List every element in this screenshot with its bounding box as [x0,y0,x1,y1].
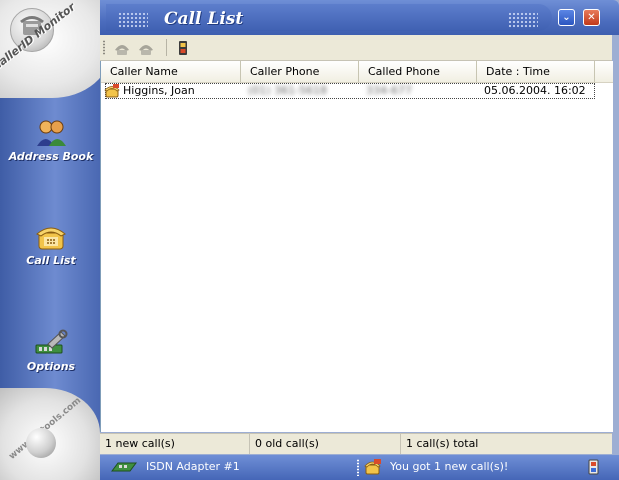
info-bar: ISDN Adapter #1 You got 1 new call(s)! [100,455,619,480]
minimize-button[interactable]: ⌄ [558,9,575,26]
status-bar: 1 new call(s) 0 old call(s) 1 call(s) to… [100,433,612,454]
sidebar-item-label: Options [26,360,76,373]
close-button[interactable]: ✕ [583,9,600,26]
sidebar-item-address-book[interactable]: Address Book [4,118,98,163]
datetime-cell: 05.06.2004. 16:02 [484,84,586,97]
delete-all-icon [136,45,156,60]
decorative-dots-icon [508,12,538,28]
delete-call-icon [112,45,132,60]
toolbar [100,35,612,61]
column-header-caller-name[interactable]: Caller Name [101,61,241,82]
call-info-button[interactable] [173,38,193,57]
call-info-icon [173,41,193,60]
website-badge: www.st-tools.com [0,388,100,480]
table-row[interactable]: Higgins, Joan (01) 361-5618 334-677 05.0… [104,83,595,99]
new-call-notify-icon[interactable] [364,458,382,479]
decorative-dots-icon [118,12,148,28]
column-header-caller-phone[interactable]: Caller Phone [241,61,359,82]
table-header: Caller Name Caller Phone Called Phone Da… [101,61,613,83]
status-new-calls: 1 new call(s) [100,434,250,454]
new-call-message: You got 1 new call(s)! [390,460,509,473]
sidebar-item-call-list[interactable]: Call List [4,222,98,267]
logo-ball-icon [26,428,56,458]
info-separator [357,459,359,476]
isdn-adapter-icon [110,459,138,478]
phone-icon [34,222,68,252]
options-tools-icon [34,328,68,358]
tray-icon[interactable] [584,458,602,479]
address-book-icon [34,118,68,148]
toolbar-grip[interactable] [103,40,105,55]
sidebar-item-options[interactable]: Options [4,328,98,373]
new-call-icon [104,83,120,98]
adapter-name: ISDN Adapter #1 [146,460,240,473]
title-bar: Call List ⌄ ✕ [100,0,619,35]
toolbar-separator [166,39,167,56]
column-header-called-phone[interactable]: Called Phone [359,61,477,82]
caller-phone-cell: (01) 361-5618 [248,84,328,97]
called-phone-cell: 334-677 [366,84,412,97]
sidebar-item-label: Call List [26,254,76,267]
page-title: Call List [164,9,244,29]
caller-name-cell: Higgins, Joan [123,84,195,97]
sidebar-item-label: Address Book [8,150,94,163]
delete-all-button[interactable] [136,38,156,57]
call-list-table[interactable]: Caller Name Caller Phone Called Phone Da… [100,61,613,432]
title-panel: Call List [106,4,552,31]
delete-call-button[interactable] [112,38,132,57]
status-total-calls: 1 call(s) total [406,437,479,450]
status-old-calls: 0 old call(s) [250,434,401,454]
column-header-date-time[interactable]: Date : Time [477,61,595,82]
